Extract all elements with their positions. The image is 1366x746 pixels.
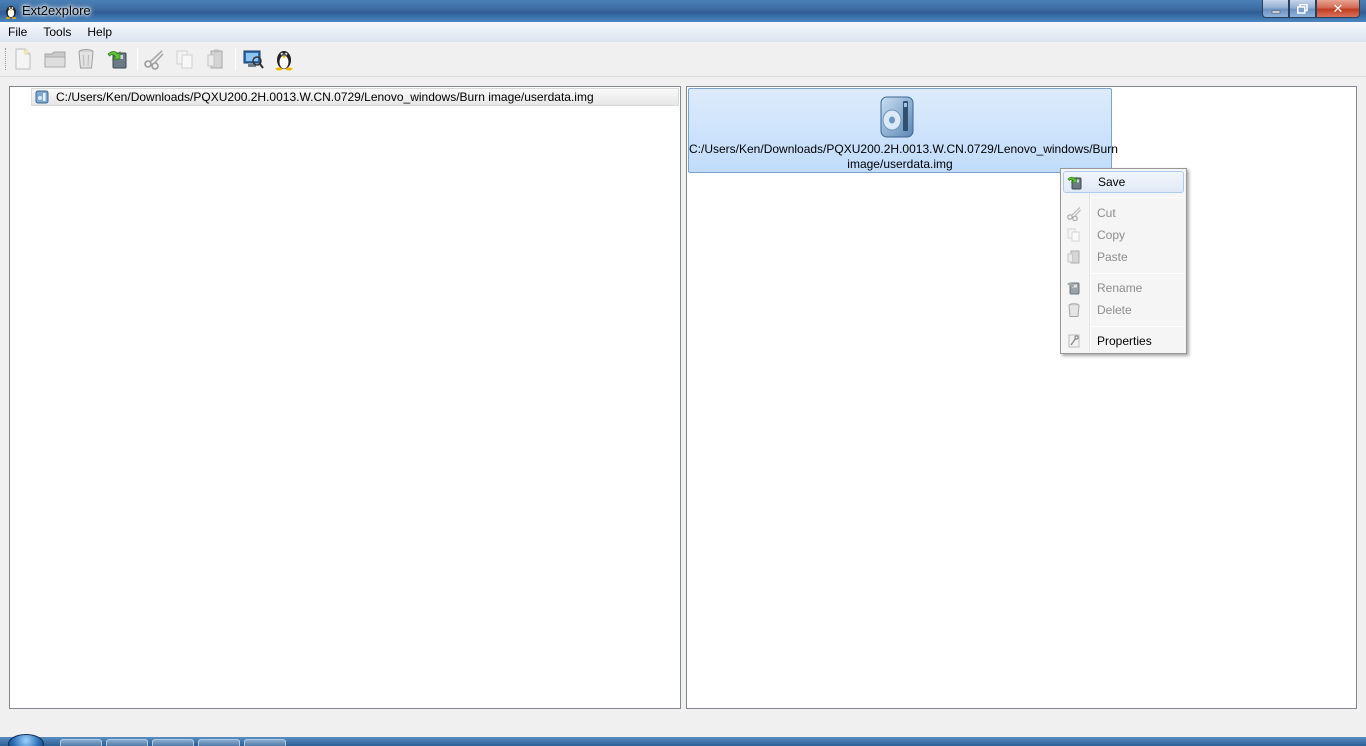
tree-pane[interactable]: C:/Users/Ken/Downloads/PQXU200.2H.0013.W… (9, 86, 681, 709)
file-view-pane[interactable]: C:/Users/Ken/Downloads/PQXU200.2H.0013.W… (686, 86, 1357, 709)
paste-button[interactable] (204, 47, 228, 71)
close-icon: ✕ (1332, 0, 1344, 16)
rescan-disk-icon (243, 50, 264, 69)
menu-tools[interactable]: Tools (35, 22, 79, 42)
taskbar-button[interactable] (106, 739, 148, 746)
menu-separator (1091, 273, 1184, 274)
context-menu-copy[interactable]: Copy (1063, 224, 1184, 246)
close-button[interactable]: ✕ (1316, 0, 1360, 18)
save-icon (1067, 176, 1082, 190)
save-icon (107, 51, 127, 69)
window-title: Ext2explore (22, 3, 91, 18)
menu-help[interactable]: Help (79, 22, 120, 42)
copy-icon (1067, 228, 1080, 242)
open-button[interactable] (43, 47, 67, 71)
title-bar[interactable]: Ext2explore ✕ (0, 0, 1366, 22)
toolbar-separator (137, 48, 138, 70)
context-menu-label: Cut (1097, 206, 1116, 220)
file-item-label-line2: image/userdata.img (847, 157, 953, 171)
context-menu-paste[interactable]: Paste (1063, 246, 1184, 268)
context-menu-rename[interactable]: Rename (1063, 277, 1184, 299)
taskbar-button[interactable] (198, 739, 240, 746)
context-menu-label: Delete (1097, 303, 1132, 317)
taskbar-button[interactable] (60, 739, 102, 746)
context-menu-cut[interactable]: Cut (1063, 202, 1184, 224)
context-menu: Save Cut Copy Paste Rename Delete Proper… (1060, 168, 1187, 354)
file-item-label-line1: C:/Users/Ken/Downloads/PQXU200.2H.0013.W… (689, 142, 1118, 156)
new-button[interactable] (11, 47, 35, 71)
context-menu-save[interactable]: Save (1063, 171, 1184, 193)
cut-button[interactable] (142, 47, 166, 71)
start-button[interactable] (8, 734, 44, 746)
rescan-button[interactable] (241, 47, 265, 71)
copy-icon (176, 50, 193, 69)
context-menu-label: Paste (1097, 250, 1128, 264)
toolbar-grip[interactable] (5, 48, 8, 70)
tree-item-image-root[interactable]: C:/Users/Ken/Downloads/PQXU200.2H.0013.W… (31, 88, 679, 106)
file-item-userdata-img[interactable]: C:/Users/Ken/Downloads/PQXU200.2H.0013.W… (688, 88, 1118, 173)
save-button[interactable] (106, 47, 130, 71)
context-menu-label: Rename (1097, 281, 1143, 295)
linux-button[interactable] (272, 47, 296, 71)
new-icon (15, 48, 31, 70)
menu-separator (1091, 197, 1184, 198)
taskbar-button[interactable] (244, 739, 286, 746)
file-item-label: C:/Users/Ken/Downloads/PQXU200.2H.0013.W… (689, 142, 1118, 172)
disk-image-icon (35, 90, 49, 104)
menu-bar: File Tools Help (0, 22, 1366, 42)
cut-icon (1067, 207, 1081, 221)
cut-icon (144, 50, 164, 70)
context-menu-label: Save (1098, 175, 1126, 189)
open-folder-icon (44, 51, 66, 68)
toolbar-separator (235, 48, 236, 70)
tree-item-label: C:/Users/Ken/Downloads/PQXU200.2H.0013.W… (56, 90, 594, 104)
disk-image-icon (880, 96, 914, 138)
linux-tux-icon (5, 6, 17, 19)
paste-icon (207, 49, 223, 69)
context-menu-delete[interactable]: Delete (1063, 299, 1184, 321)
window-controls: ✕ (1262, 0, 1360, 18)
menu-separator (1091, 326, 1184, 327)
context-menu-label: Properties (1097, 334, 1152, 348)
linux-tux-icon (275, 51, 293, 71)
menu-file[interactable]: File (0, 22, 35, 42)
properties-icon (1068, 334, 1080, 348)
paste-icon (1067, 250, 1080, 264)
delete-button[interactable] (74, 47, 98, 71)
copy-button[interactable] (173, 47, 197, 71)
context-menu-properties[interactable]: Properties (1063, 330, 1184, 352)
restore-button[interactable] (1289, 0, 1316, 18)
minimize-button[interactable] (1262, 0, 1289, 18)
taskbar-button[interactable] (152, 739, 194, 746)
toolbar (0, 42, 1366, 77)
restore-icon (1297, 3, 1308, 14)
delete-icon (78, 49, 94, 69)
context-menu-label: Copy (1097, 228, 1126, 242)
rename-icon (1067, 282, 1080, 295)
delete-icon (1068, 303, 1080, 317)
minimize-icon (1271, 10, 1280, 13)
